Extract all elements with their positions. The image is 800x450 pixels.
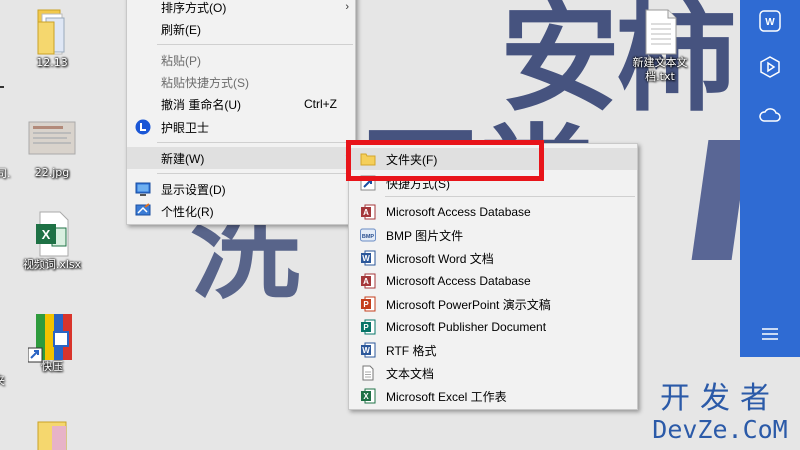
svg-text:A: A bbox=[363, 208, 369, 217]
play-hexagon-icon[interactable] bbox=[758, 55, 782, 79]
menu-item-label: 显示设置(D) bbox=[161, 182, 226, 197]
submenu-item-label: Microsoft Excel 工作表 bbox=[386, 389, 507, 404]
submenu-item-access-db-2[interactable]: A Microsoft Access Database bbox=[349, 270, 637, 292]
new-submenu: 文件夹(F) 快捷方式(S) A Microsoft Access Databa… bbox=[348, 143, 638, 410]
desktop-icon-partial-folder[interactable] bbox=[17, 418, 87, 450]
menu-item-label: 粘贴(P) bbox=[161, 53, 201, 68]
svg-text:X: X bbox=[363, 392, 369, 401]
menu-item-new[interactable]: 新建(W) › bbox=[127, 147, 355, 169]
submenu-item-label: Microsoft Word 文档 bbox=[386, 251, 494, 266]
desktop-context-menu: 排序方式(O) › 刷新(E) 粘贴(P) 粘贴快捷方式(S) 撤消 重命名(U… bbox=[126, 0, 356, 225]
wps-sidebar: W bbox=[740, 0, 800, 357]
menu-item-refresh[interactable]: 刷新(E) bbox=[127, 18, 355, 40]
menu-item-display-settings[interactable]: 显示设置(D) bbox=[127, 178, 355, 200]
submenu-item-label: Microsoft PowerPoint 演示文稿 bbox=[386, 297, 551, 312]
desktop-icon-kuaiya[interactable]: 快压 bbox=[17, 312, 87, 374]
submenu-item-publisher[interactable]: P Microsoft Publisher Document bbox=[349, 316, 637, 338]
svg-text:A: A bbox=[363, 277, 369, 286]
folder-icon bbox=[32, 418, 72, 450]
svg-text:BMP: BMP bbox=[362, 234, 375, 240]
submenu-item-powerpoint[interactable]: P Microsoft PowerPoint 演示文稿 bbox=[349, 293, 637, 315]
monitor-icon bbox=[135, 181, 151, 197]
excel-icon: X bbox=[360, 388, 376, 404]
menu-item-label: 撤消 重命名(U) bbox=[161, 97, 241, 112]
publisher-icon: P bbox=[360, 319, 376, 335]
access-icon: A bbox=[360, 273, 376, 289]
cloud-icon[interactable] bbox=[758, 103, 782, 127]
menu-item-label: 护眼卫士 bbox=[161, 120, 210, 135]
submenu-item-access-db[interactable]: A Microsoft Access Database bbox=[349, 201, 637, 223]
personalize-icon bbox=[135, 203, 151, 219]
access-icon: A bbox=[360, 204, 376, 220]
text-file-icon bbox=[640, 8, 680, 55]
menu-item-label: 粘贴快捷方式(S) bbox=[161, 75, 249, 90]
wps-office-icon[interactable]: W bbox=[758, 9, 782, 33]
edge-marker bbox=[0, 86, 4, 88]
bmp-icon: BMP bbox=[360, 227, 376, 243]
watermark: 开发者 DevZe.CoM bbox=[640, 382, 800, 444]
watermark-cn: 开发者 bbox=[660, 381, 780, 416]
highlight-box bbox=[346, 140, 544, 181]
submenu-item-label: BMP 图片文件 bbox=[386, 228, 464, 243]
kuaiya-app-icon bbox=[27, 312, 72, 363]
menu-item-undo-rename[interactable]: 撤消 重命名(U) Ctrl+Z bbox=[127, 93, 355, 115]
submenu-item-text-doc[interactable]: 文本文档 bbox=[349, 362, 637, 384]
svg-text:W: W bbox=[765, 17, 775, 28]
desktop-icon-excel[interactable]: X 视频词.xlsx bbox=[17, 210, 87, 272]
powerpoint-icon: P bbox=[360, 296, 376, 312]
rtf-icon: W bbox=[360, 342, 376, 358]
image-thumbnail-icon bbox=[28, 118, 76, 162]
chevron-right-icon: › bbox=[345, 1, 349, 13]
menu-item-label: 刷新(E) bbox=[161, 22, 201, 37]
menu-item-paste-shortcut[interactable]: 粘贴快捷方式(S) bbox=[127, 71, 355, 93]
word-icon: W bbox=[360, 250, 376, 266]
menu-separator bbox=[157, 44, 353, 45]
menu-item-shortcut: Ctrl+Z bbox=[304, 97, 337, 111]
edge-label: 司. bbox=[0, 167, 11, 180]
hamburger-menu-icon[interactable] bbox=[758, 322, 782, 346]
submenu-item-label: RTF 格式 bbox=[386, 343, 437, 358]
submenu-item-label: Microsoft Access Database bbox=[386, 205, 531, 219]
text-doc-icon bbox=[360, 365, 376, 381]
menu-item-paste[interactable]: 粘贴(P) bbox=[127, 49, 355, 71]
edge-label: 夹 bbox=[0, 372, 5, 388]
desktop-icon-label: 12.13 bbox=[36, 56, 68, 69]
svg-text:P: P bbox=[363, 300, 369, 309]
submenu-item-rtf[interactable]: W RTF 格式 bbox=[349, 339, 637, 361]
menu-item-sort[interactable]: 排序方式(O) › bbox=[127, 0, 355, 18]
svg-text:W: W bbox=[362, 254, 370, 263]
menu-separator bbox=[385, 196, 635, 197]
submenu-item-bmp[interactable]: BMP BMP 图片文件 bbox=[349, 224, 637, 246]
submenu-item-word[interactable]: W Microsoft Word 文档 bbox=[349, 247, 637, 269]
desktop-icon-textfile[interactable]: 新建文本文 档.txt bbox=[624, 8, 696, 84]
desktop-icon-label: 视频词.xlsx bbox=[22, 258, 82, 271]
desktop-icon-folder[interactable]: 12.13 bbox=[17, 8, 87, 70]
submenu-item-excel[interactable]: X Microsoft Excel 工作表 bbox=[349, 385, 637, 407]
submenu-item-label: Microsoft Access Database bbox=[386, 274, 531, 288]
menu-item-eye-guard[interactable]: 护眼卫士 bbox=[127, 116, 355, 138]
svg-text:W: W bbox=[362, 346, 370, 355]
desktop-icon-image[interactable]: 22.jpg bbox=[17, 118, 87, 180]
svg-text:P: P bbox=[363, 323, 369, 332]
submenu-item-label: Microsoft Publisher Document bbox=[386, 320, 547, 334]
menu-separator bbox=[157, 173, 353, 174]
excel-file-icon: X bbox=[32, 210, 72, 257]
menu-item-personalize[interactable]: 个性化(R) bbox=[127, 200, 355, 222]
desktop-icon-label: 新建文本文 档.txt bbox=[632, 56, 688, 83]
desktop-icon-label: 22.jpg bbox=[34, 166, 70, 179]
menu-separator bbox=[157, 142, 353, 143]
submenu-item-label: 文本文档 bbox=[386, 366, 435, 381]
svg-text:X: X bbox=[42, 227, 51, 242]
folder-icon bbox=[32, 8, 72, 55]
menu-item-label: 个性化(R) bbox=[161, 204, 214, 219]
watermark-en: DevZe.CoM bbox=[652, 415, 788, 444]
menu-item-label: 排序方式(O) bbox=[161, 0, 227, 15]
eye-guard-icon bbox=[135, 119, 151, 135]
menu-item-label: 新建(W) bbox=[161, 151, 205, 166]
